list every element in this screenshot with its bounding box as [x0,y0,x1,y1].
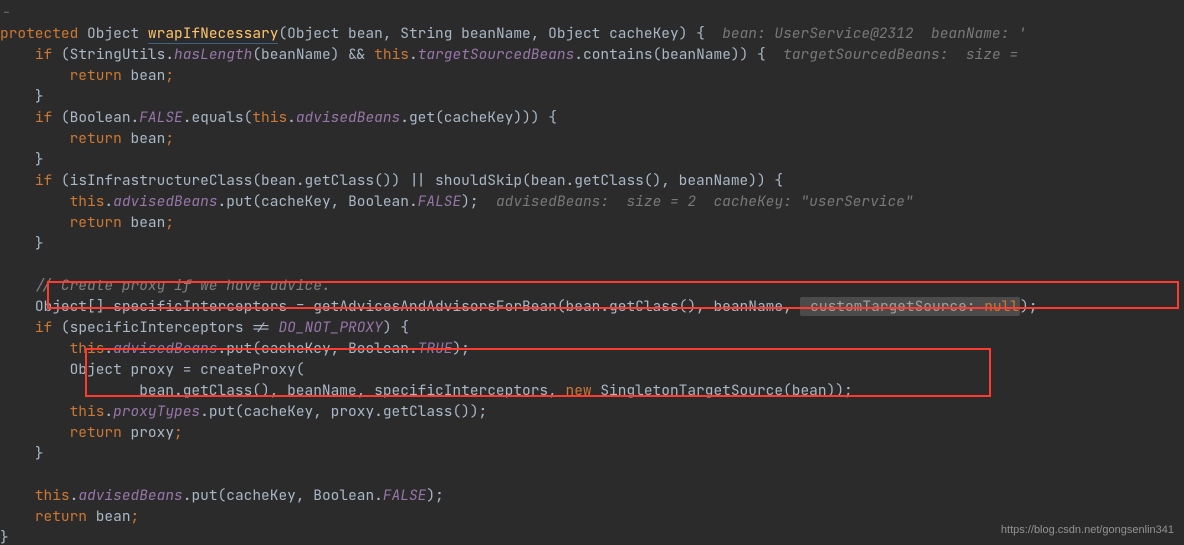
code-line[interactable]: this.advisedBeans.put(cacheKey, Boolean.… [0,486,444,505]
code-line[interactable]: } [0,528,9,545]
method-declaration: wrapIfNecessary [148,24,279,44]
fold-icon[interactable]: - [2,2,11,23]
code-line[interactable]: - if (isInfrastructureClass(bean.getClas… [0,171,783,190]
code-line[interactable]: return bean; [0,66,174,85]
code-line[interactable] [0,255,9,274]
code-line[interactable]: - if (StringUtils.hasLength(beanName) &&… [0,45,1018,64]
code-line[interactable]: return bean; [0,507,139,526]
keyword-protected: protected [0,24,78,43]
code-line[interactable]: return proxy; [0,423,183,442]
code-line[interactable]: - if (specificInterceptors != DO_NOT_PRO… [0,318,409,337]
code-line[interactable]: Object[] specificInterceptors = getAdvic… [0,297,1037,316]
code-line[interactable] [0,465,9,484]
code-editor[interactable]: protected Object wrapIfNecessary(Object … [0,2,1184,545]
code-line[interactable]: return bean; [0,213,174,232]
code-line[interactable]: this.advisedBeans.put(cacheKey, Boolean.… [0,339,470,358]
inline-hint: advisedBeans: size = 2 cacheKey: "userSe… [496,192,914,211]
code-line[interactable]: return bean; [0,129,174,148]
code-line[interactable]: } [0,234,44,253]
code-line[interactable]: Object proxy = createProxy( [0,360,305,379]
code-line[interactable]: this.advisedBeans.put(cacheKey, Boolean.… [0,192,914,211]
code-line[interactable]: // Create proxy if we have advice. [0,276,331,295]
code-line[interactable]: } [0,87,44,106]
watermark: https://blog.csdn.net/gongsenlin341 [1001,523,1174,539]
inline-hint: bean: UserService@2312 beanName: ' [722,24,1027,43]
code-line[interactable]: } [0,150,44,169]
param-hint: customTargetSource: null [800,297,1020,316]
code-line[interactable]: } [0,444,44,463]
code-line[interactable]: - if (Boolean.FALSE.equals(this.advisedB… [0,108,557,127]
comment: // Create proxy if we have advice. [35,276,331,295]
code-line[interactable]: this.proxyTypes.put(cacheKey, proxy.getC… [0,402,487,421]
code-line[interactable]: bean.getClass(), beanName, specificInter… [0,381,853,400]
inline-hint: targetSourcedBeans: size = [783,45,1018,64]
code-line[interactable]: protected Object wrapIfNecessary(Object … [0,24,1027,44]
